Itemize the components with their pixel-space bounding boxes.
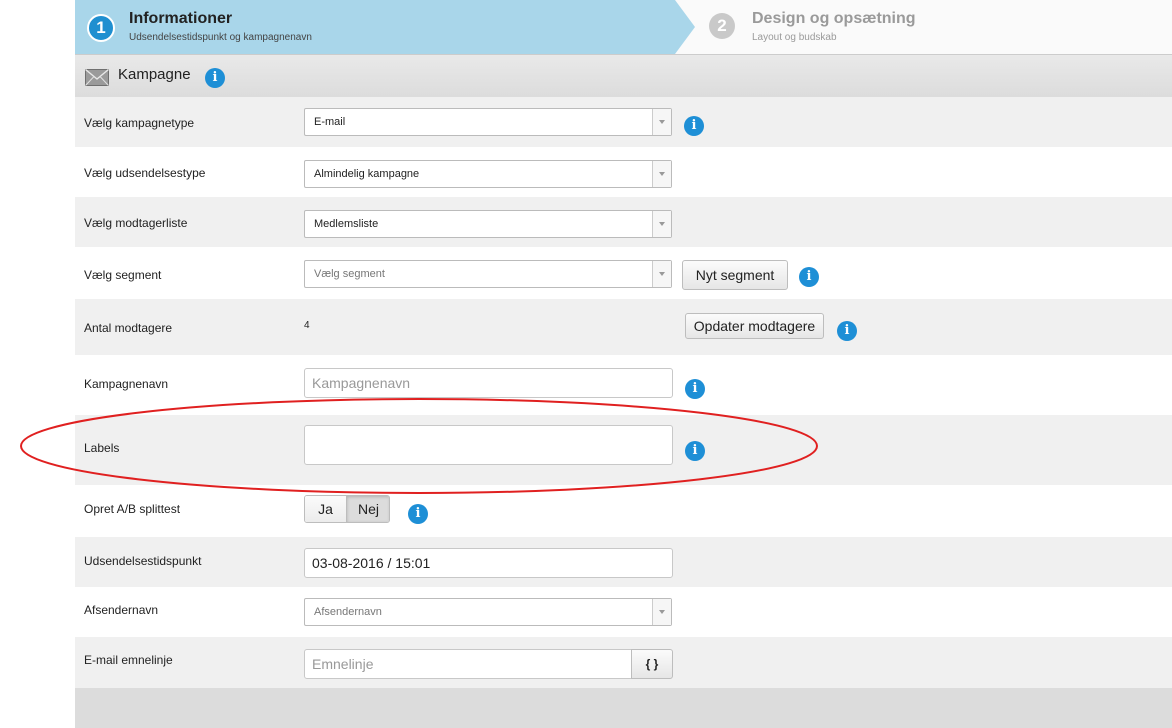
row-sender-name: Afsendernavn Afsendernavn [75, 587, 1172, 637]
chevron-down-icon [652, 599, 671, 625]
ab-no-button[interactable]: Nej [346, 496, 389, 522]
merge-tags-button[interactable]: { } [631, 649, 673, 679]
field-label: Vælg segment [84, 268, 162, 282]
campaign-type-select[interactable]: E-mail [304, 108, 672, 136]
field-label: Vælg modtagerliste [84, 216, 188, 230]
subject-input[interactable] [304, 649, 632, 679]
wizard-steps: 1 Informationer Udsendelsestidspunkt og … [75, 0, 1172, 54]
chevron-down-icon [652, 109, 671, 135]
footer-bar [75, 688, 1172, 728]
field-label: Antal modtagere [84, 321, 173, 335]
select-placeholder: Vælg segment [314, 268, 385, 280]
field-label: Vælg udsendelsestype [84, 166, 206, 180]
step-subtitle: Udsendelsestidspunkt og kampagnenavn [129, 32, 312, 43]
select-value: Medlemsliste [314, 218, 379, 230]
step-title-design[interactable]: Design og opsætning [752, 10, 916, 28]
section-title: Kampagne [118, 66, 191, 83]
send-time-input[interactable] [304, 548, 673, 578]
row-recipient-count: Antal modtagere 4 Opdater modtagere i [75, 299, 1172, 355]
update-recipients-button[interactable]: Opdater modtagere [685, 313, 824, 339]
chevron-down-icon [652, 211, 671, 237]
field-label: Kampagnenavn [84, 377, 169, 391]
ab-yes-button[interactable]: Ja [305, 496, 346, 522]
field-label: Opret A/B splittest [84, 502, 181, 516]
chevron-down-icon [652, 161, 671, 187]
step-number-2[interactable]: 2 [709, 13, 735, 39]
campaign-name-input[interactable] [304, 368, 673, 398]
step-subtitle-design: Layout og budskab [752, 32, 837, 43]
chevron-down-icon [652, 261, 671, 287]
send-type-select[interactable]: Almindelig kampagne [304, 160, 672, 188]
segment-select[interactable]: Vælg segment [304, 260, 672, 288]
row-segment: Vælg segment Vælg segment Nyt segment i [75, 247, 1172, 299]
section-header: Kampagne i [75, 54, 1172, 97]
page-margin [0, 0, 75, 728]
envelope-icon [85, 69, 109, 86]
info-icon[interactable]: i [837, 321, 857, 341]
wizard-step-informationer[interactable]: 1 Informationer Udsendelsestidspunkt og … [75, 0, 675, 54]
row-campaign-type: Vælg kampagnetype E-mail i [75, 97, 1172, 147]
info-icon[interactable]: i [408, 504, 428, 524]
select-placeholder: Afsendernavn [314, 606, 382, 618]
row-recipient-list: Vælg modtagerliste Medlemsliste [75, 197, 1172, 247]
info-icon[interactable]: i [205, 68, 225, 88]
step-number-1: 1 [87, 14, 115, 42]
sender-name-select[interactable]: Afsendernavn [304, 598, 672, 626]
row-send-time: Udsendelsestidspunkt [75, 537, 1172, 587]
select-value: Almindelig kampagne [314, 168, 420, 180]
new-segment-button[interactable]: Nyt segment [682, 260, 788, 290]
info-icon[interactable]: i [799, 267, 819, 287]
info-icon[interactable]: i [684, 116, 704, 136]
field-label: Afsendernavn [84, 603, 159, 617]
annotation-ellipse [20, 398, 818, 494]
field-label: Udsendelsestidspunkt [84, 554, 202, 568]
ab-test-toggle: Ja Nej [304, 495, 390, 523]
step-title: Informationer [129, 10, 233, 27]
field-label: E-mail emnelinje [84, 653, 173, 667]
select-value: E-mail [314, 116, 346, 128]
recipient-count: 4 [304, 320, 310, 331]
row-subject: E-mail emnelinje { } [75, 637, 1172, 688]
row-send-type: Vælg udsendelsestype Almindelig kampagne [75, 147, 1172, 197]
step-arrow [675, 0, 695, 54]
field-label: Vælg kampagnetype [84, 116, 195, 130]
recipient-list-select[interactable]: Medlemsliste [304, 210, 672, 238]
